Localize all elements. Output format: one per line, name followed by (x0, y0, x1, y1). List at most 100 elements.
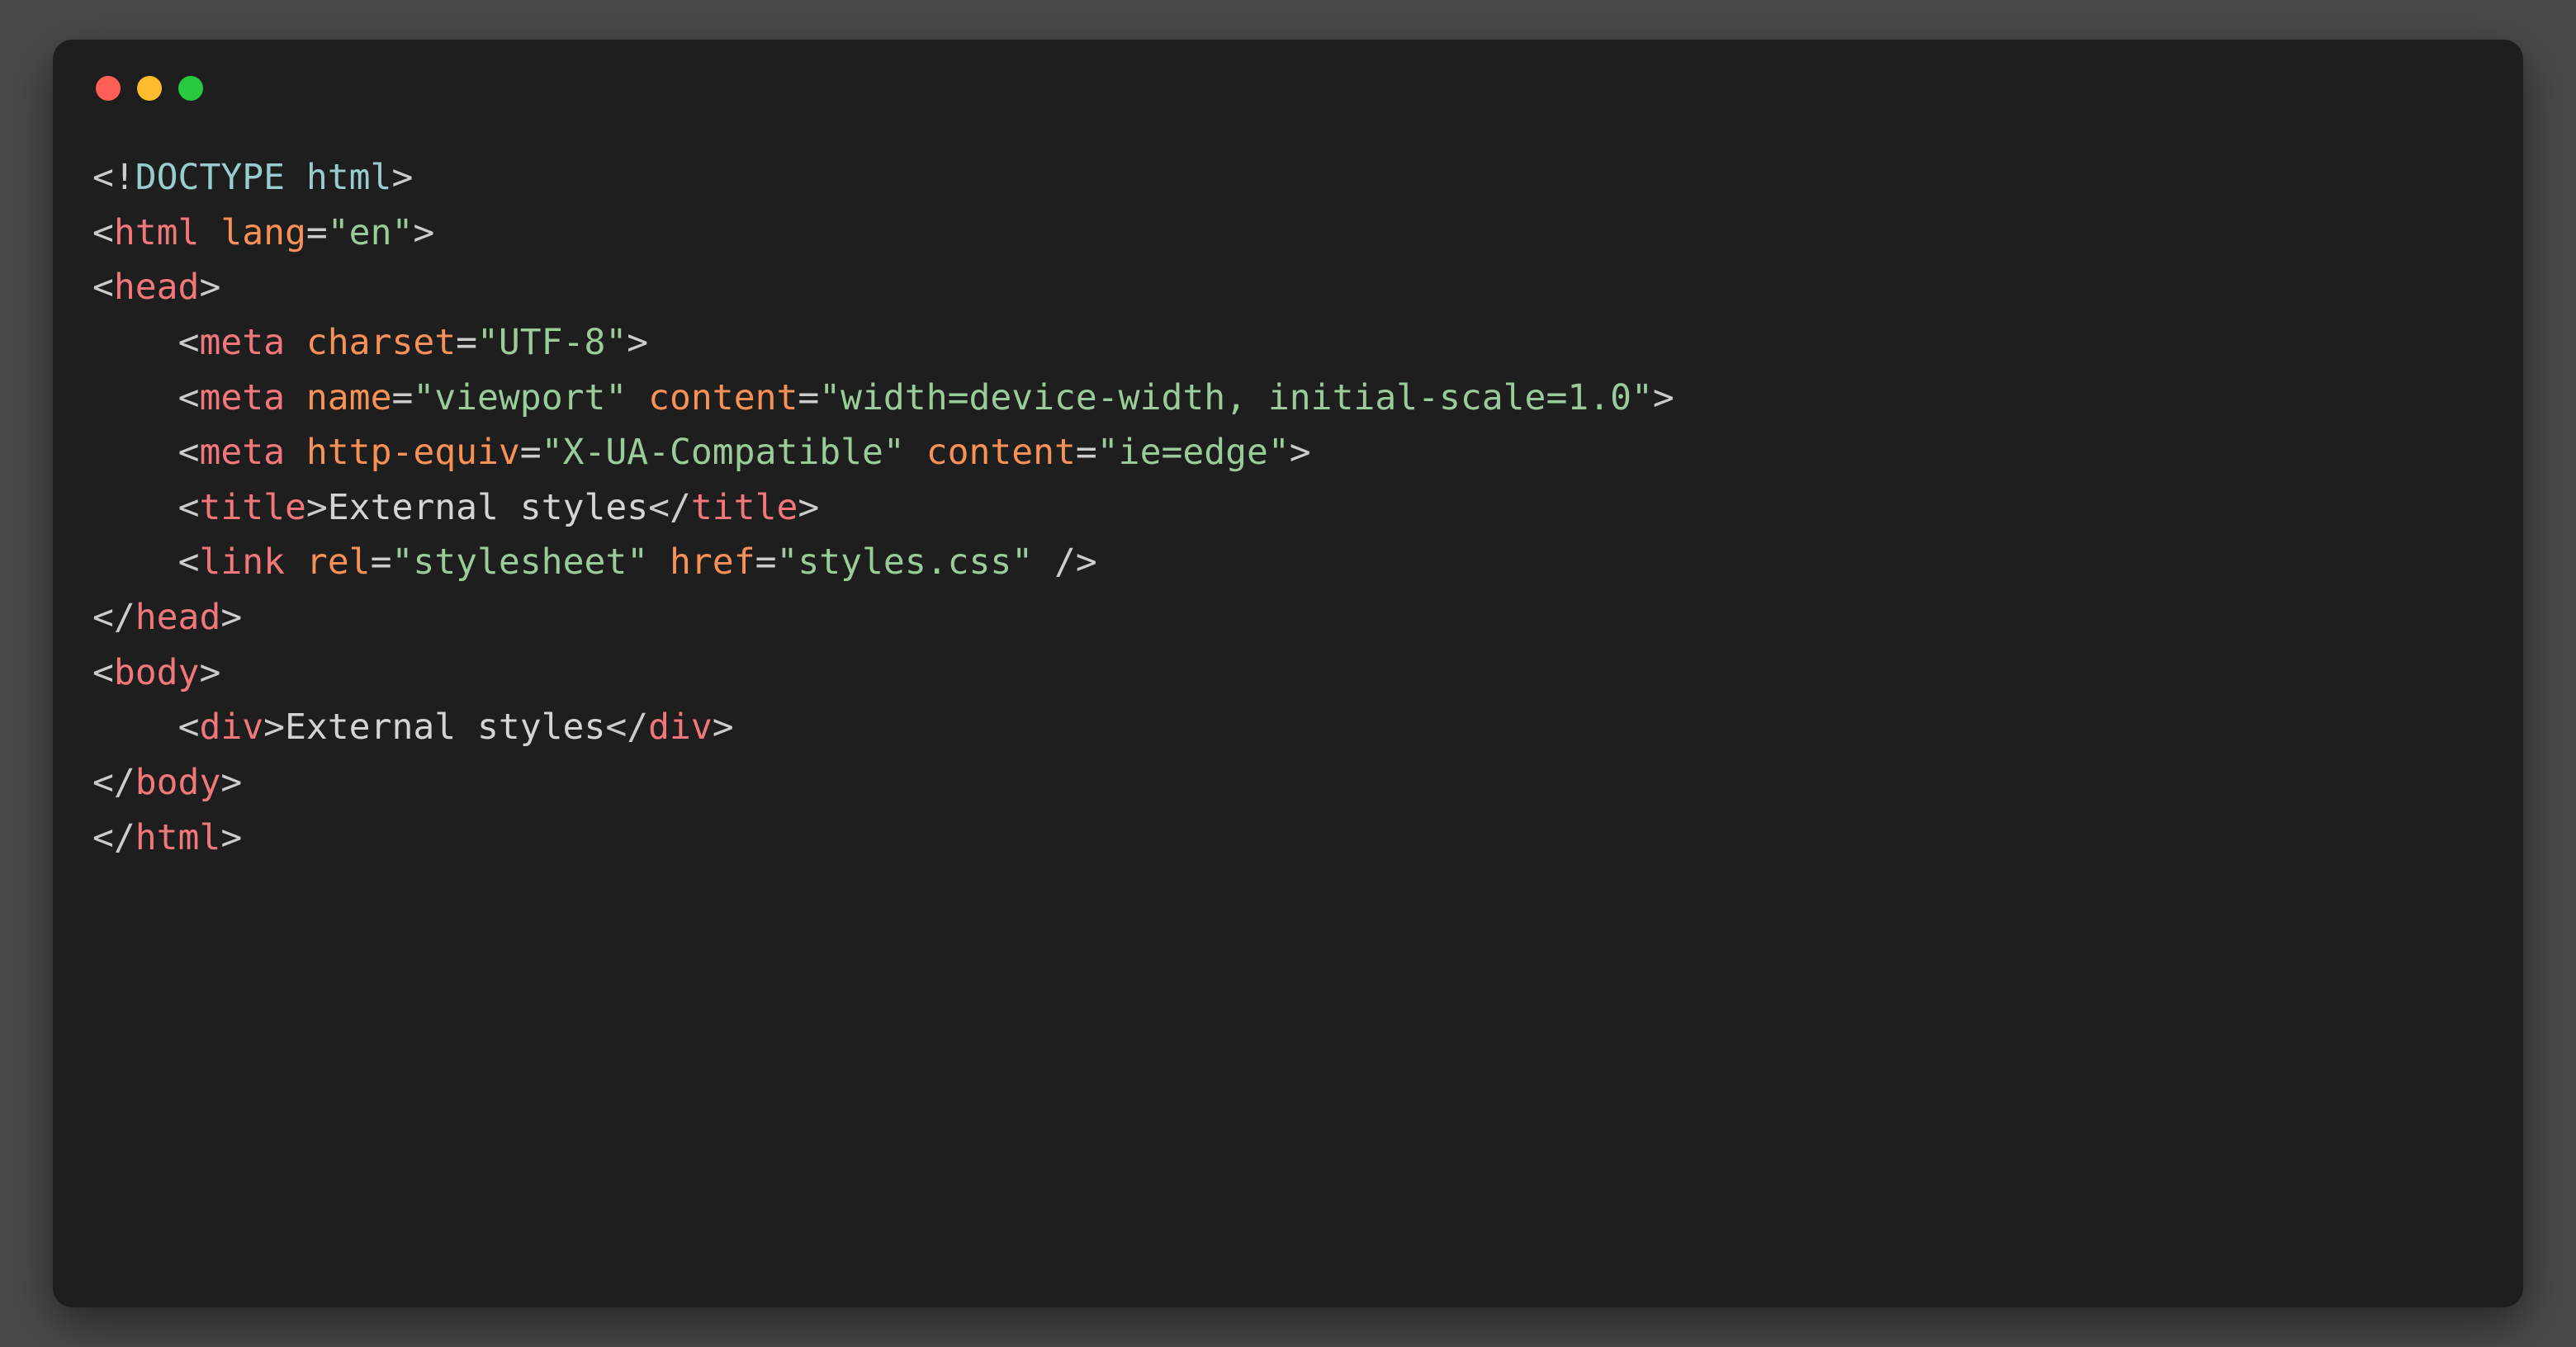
code-token-punct: > (391, 157, 413, 198)
code-line: <body> (92, 645, 2484, 701)
code-line: </html> (92, 811, 2484, 866)
code-token-punct: </ (605, 707, 648, 748)
code-token-punct: > (199, 652, 220, 693)
code-token-text: External styles (285, 707, 605, 748)
code-token-punct (285, 322, 306, 363)
code-token-punct: </ (92, 817, 135, 858)
code-token-punct: < (178, 432, 200, 473)
code-token-string: "X-UA-Compatible" (542, 432, 905, 473)
code-token-tag: head (114, 267, 200, 308)
code-token-tag: div (199, 707, 263, 748)
code-indent (92, 487, 178, 528)
code-indent (92, 322, 178, 363)
code-token-punct (285, 377, 306, 418)
code-token-punct: = (520, 432, 542, 473)
code-indent (92, 432, 178, 473)
code-token-attr: rel (306, 541, 371, 583)
code-token-punct (285, 541, 306, 583)
code-line: <!DOCTYPE html> (92, 150, 2484, 206)
code-line: </body> (92, 755, 2484, 811)
code-token-tag: head (135, 597, 221, 638)
code-token-string: "UTF-8" (477, 322, 627, 363)
code-token-string: "stylesheet" (391, 541, 648, 583)
code-token-tag: div (648, 707, 713, 748)
code-token-punct: > (627, 322, 648, 363)
code-token-punct: = (1076, 432, 1097, 473)
code-token-punct: > (1653, 377, 1674, 418)
code-token-punct: < (178, 541, 200, 583)
code-line: <title>External styles</title> (92, 480, 2484, 536)
code-token-punct: > (306, 487, 328, 528)
code-token-string: "viewport" (413, 377, 627, 418)
code-token-punct: = (798, 377, 819, 418)
code-token-attr: href (670, 541, 755, 583)
code-token-tag: body (114, 652, 200, 693)
code-token-punct: < (92, 212, 114, 253)
code-token-punct: = (371, 541, 392, 583)
code-token-punct: = (456, 322, 477, 363)
code-token-punct (285, 432, 306, 473)
code-line: <link rel="stylesheet" href="styles.css"… (92, 535, 2484, 590)
code-token-attr: content (648, 377, 798, 418)
code-token-attr: name (306, 377, 392, 418)
code-line: <meta name="viewport" content="width=dev… (92, 371, 2484, 426)
code-token-punct: < (178, 322, 200, 363)
code-indent (92, 377, 178, 418)
code-token-punct: = (306, 212, 328, 253)
code-token-punct: > (220, 597, 242, 638)
code-token-punct: < (178, 487, 200, 528)
code-token-punct: < (178, 707, 200, 748)
code-token-punct: </ (92, 762, 135, 803)
code-token-punct: </ (92, 597, 135, 638)
code-token-punct (648, 541, 670, 583)
code-token-tag: link (199, 541, 285, 583)
code-token-string: "en" (328, 212, 414, 253)
code-line: <meta http-equiv="X-UA-Compatible" conte… (92, 425, 2484, 480)
code-token-punct (199, 212, 220, 253)
code-line: <div>External styles</div> (92, 700, 2484, 755)
code-token-tag: html (135, 817, 221, 858)
code-token-attr: charset (306, 322, 456, 363)
code-token-punct: = (755, 541, 777, 583)
code-token-attr: content (926, 432, 1076, 473)
code-token-punct (905, 432, 926, 473)
code-token-tag: meta (199, 377, 285, 418)
minimize-button[interactable] (137, 76, 162, 101)
code-indent (92, 541, 178, 583)
code-token-punct (627, 377, 648, 418)
close-button[interactable] (96, 76, 121, 101)
code-token-punct: < (92, 267, 114, 308)
code-indent (92, 707, 178, 748)
code-token-tag: body (135, 762, 221, 803)
code-line: <html lang="en"> (92, 206, 2484, 261)
code-token-punct: > (220, 817, 242, 858)
code-token-string: "styles.css" (776, 541, 1033, 583)
code-token-tag: meta (199, 432, 285, 473)
code-token-tag: title (199, 487, 305, 528)
code-line: <meta charset="UTF-8"> (92, 315, 2484, 371)
code-token-doctype-word: DOCTYPE html (135, 157, 392, 198)
code-token-tag: title (691, 487, 798, 528)
code-token-punct: > (1290, 432, 1311, 473)
code-token-punct: </ (648, 487, 691, 528)
code-token-punct: > (713, 707, 734, 748)
code-token-punct: > (199, 267, 220, 308)
code-token-attr: http-equiv (306, 432, 520, 473)
code-token-punct: < (92, 652, 114, 693)
code-token-tag: meta (199, 322, 285, 363)
code-window: <!DOCTYPE html><html lang="en"><head> <m… (53, 40, 2523, 1307)
window-controls (96, 76, 2484, 101)
code-token-attr: lang (220, 212, 306, 253)
maximize-button[interactable] (178, 76, 203, 101)
code-token-punct: > (220, 762, 242, 803)
code-token-punct: > (798, 487, 819, 528)
code-line: </head> (92, 590, 2484, 645)
code-token-punct: = (391, 377, 413, 418)
code-token-punct: < (178, 377, 200, 418)
code-token-string: "ie=edge" (1097, 432, 1290, 473)
code-token-punct: > (263, 707, 285, 748)
code-token-tag: html (114, 212, 200, 253)
code-token-punct: <! (92, 157, 135, 198)
code-content: <!DOCTYPE html><html lang="en"><head> <m… (92, 150, 2484, 865)
code-line: <head> (92, 260, 2484, 315)
